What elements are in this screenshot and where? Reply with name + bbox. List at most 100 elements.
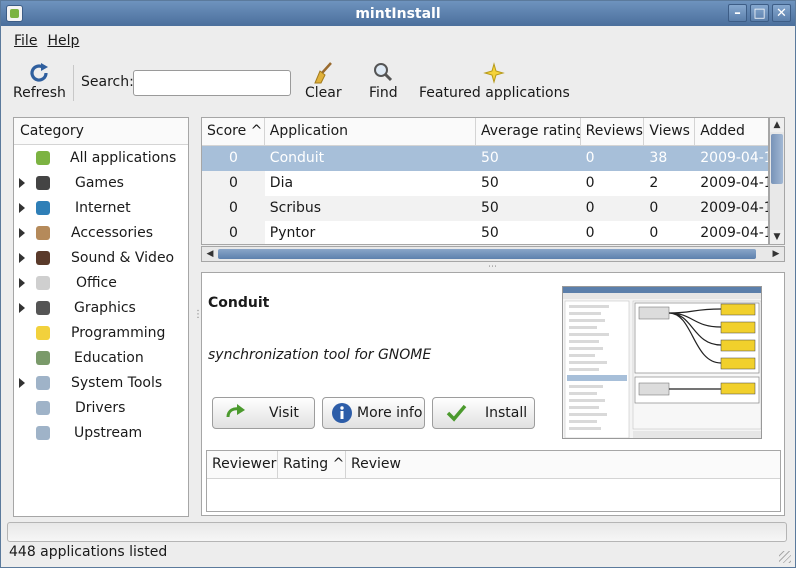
category-item-system-tools[interactable]: System Tools <box>14 370 188 395</box>
search-input[interactable] <box>133 70 291 96</box>
category-item-office[interactable]: Office <box>14 270 188 295</box>
cell-average-rating: 50 <box>481 200 499 216</box>
category-item-games[interactable]: Games <box>14 170 188 195</box>
status-bar-text: 448 applications listed <box>9 544 168 560</box>
star-icon <box>482 61 506 85</box>
cell-average-rating: 50 <box>481 150 499 166</box>
column-added[interactable]: Added <box>695 118 768 145</box>
refresh-label: Refresh <box>13 85 66 101</box>
category-label: Education <box>74 349 144 366</box>
cell-average-rating: 50 <box>481 225 499 241</box>
category-pane: Category All applications Games Internet… <box>13 117 189 517</box>
more-info-button[interactable]: More info <box>322 397 425 429</box>
category-label: Internet <box>75 199 131 216</box>
category-item-education[interactable]: Education <box>14 345 188 370</box>
clear-button[interactable]: Clear <box>305 61 342 101</box>
document-icon <box>36 275 50 290</box>
accessories-icon <box>36 225 50 240</box>
joystick-icon <box>36 175 50 190</box>
scrollbar-thumb[interactable] <box>771 134 783 184</box>
cell-application: Pyntor <box>269 225 316 241</box>
expander-arrow-icon[interactable] <box>19 177 25 188</box>
reviews-table-header: Reviewer Rating ^ Review <box>207 451 780 479</box>
column-average-rating[interactable]: Average rating <box>476 118 581 145</box>
toolbar-separator <box>73 65 74 101</box>
category-label: Graphics <box>74 299 136 316</box>
application-table-horizontal-scrollbar[interactable]: ◀ ▶ <box>201 246 785 262</box>
magnifier-icon <box>371 61 395 85</box>
column-views[interactable]: Views <box>644 118 696 145</box>
application-table-header: Score ^ Application Average rating Revie… <box>202 118 768 146</box>
category-header[interactable]: Category <box>14 118 188 145</box>
expander-arrow-icon[interactable] <box>19 377 25 388</box>
category-item-sound-video[interactable]: Sound & Video <box>14 245 188 270</box>
minimize-button[interactable]: – <box>728 4 747 22</box>
expander-arrow-icon[interactable] <box>19 252 25 263</box>
search-label: Search: <box>81 74 134 90</box>
cell-added: 2009-04-1 <box>700 225 768 241</box>
menu-help[interactable]: Help <box>42 30 84 52</box>
cell-score: 0 <box>202 221 265 244</box>
close-button[interactable]: ✕ <box>772 4 791 22</box>
category-label: System Tools <box>71 374 163 391</box>
category-item-internet[interactable]: Internet <box>14 195 188 220</box>
title-bar[interactable]: mintInstall – □ ✕ <box>1 1 795 26</box>
resize-grip-icon[interactable] <box>779 551 791 563</box>
table-row[interactable]: 0 Pyntor 50 0 0 2009-04-1 <box>202 221 768 244</box>
main-window: mintInstall – □ ✕ File Help Refresh Sear… <box>0 0 796 568</box>
category-label: Programming <box>71 324 166 341</box>
broom-icon <box>311 61 335 85</box>
expander-arrow-icon[interactable] <box>19 227 25 238</box>
application-table-vertical-scrollbar[interactable]: ▲ ▼ <box>769 117 785 245</box>
install-button[interactable]: Install <box>432 397 535 429</box>
table-row[interactable]: 0 Dia 50 0 2 2009-04-1 <box>202 171 768 196</box>
cell-added: 2009-04-1 <box>700 200 768 216</box>
application-name: Conduit <box>208 295 270 311</box>
refresh-icon <box>27 61 51 85</box>
brush-icon <box>36 300 50 315</box>
cell-reviews: 0 <box>585 150 595 166</box>
refresh-button[interactable]: Refresh <box>13 61 66 101</box>
column-review[interactable]: Review <box>346 451 780 478</box>
table-row[interactable]: 0 Conduit 50 0 38 2009-04-1 <box>202 146 768 171</box>
category-item-drivers[interactable]: Drivers <box>14 395 188 420</box>
scroll-down-icon[interactable]: ▼ <box>770 230 784 244</box>
table-row[interactable]: 0 Scribus 50 0 0 2009-04-1 <box>202 196 768 221</box>
scroll-right-icon[interactable]: ▶ <box>769 247 783 261</box>
expander-arrow-icon[interactable] <box>19 202 25 213</box>
find-button[interactable]: Find <box>369 61 398 101</box>
column-score[interactable]: Score ^ <box>202 118 265 145</box>
scroll-up-icon[interactable]: ▲ <box>770 118 784 132</box>
column-reviewer[interactable]: Reviewer <box>207 451 278 478</box>
category-label: Office <box>76 274 117 291</box>
pane-splitter-horizontal[interactable]: ⋯ <box>488 262 497 272</box>
menu-file[interactable]: File <box>9 30 42 52</box>
lightbulb-icon <box>36 325 50 340</box>
featured-applications-button[interactable]: Featured applications <box>419 61 570 101</box>
cell-views: 38 <box>649 150 668 166</box>
category-item-upstream[interactable]: Upstream <box>14 420 188 445</box>
column-rating[interactable]: Rating ^ <box>278 451 346 478</box>
category-item-graphics[interactable]: Graphics <box>14 295 188 320</box>
expander-arrow-icon[interactable] <box>19 277 25 288</box>
category-label: All applications <box>70 149 177 166</box>
scroll-left-icon[interactable]: ◀ <box>203 247 217 261</box>
category-item-accessories[interactable]: Accessories <box>14 220 188 245</box>
category-item-programming[interactable]: Programming <box>14 320 188 345</box>
maximize-button[interactable]: □ <box>750 4 769 22</box>
category-item-all-applications[interactable]: All applications <box>14 145 188 170</box>
scrollbar-thumb[interactable] <box>218 249 756 259</box>
cell-application: Dia <box>269 175 294 191</box>
tools-icon <box>36 425 50 440</box>
column-reviews[interactable]: Reviews <box>581 118 645 145</box>
category-label: Sound & Video <box>71 249 175 266</box>
visit-button[interactable]: Visit <box>212 397 315 429</box>
column-application[interactable]: Application <box>265 118 476 145</box>
mint-logo-icon <box>6 5 23 22</box>
clear-label: Clear <box>305 85 342 101</box>
cell-score: 0 <box>228 150 238 166</box>
cell-views: 0 <box>649 200 659 216</box>
expander-arrow-icon[interactable] <box>19 302 25 313</box>
checkmark-icon <box>445 402 467 424</box>
application-screenshot[interactable] <box>562 286 762 439</box>
